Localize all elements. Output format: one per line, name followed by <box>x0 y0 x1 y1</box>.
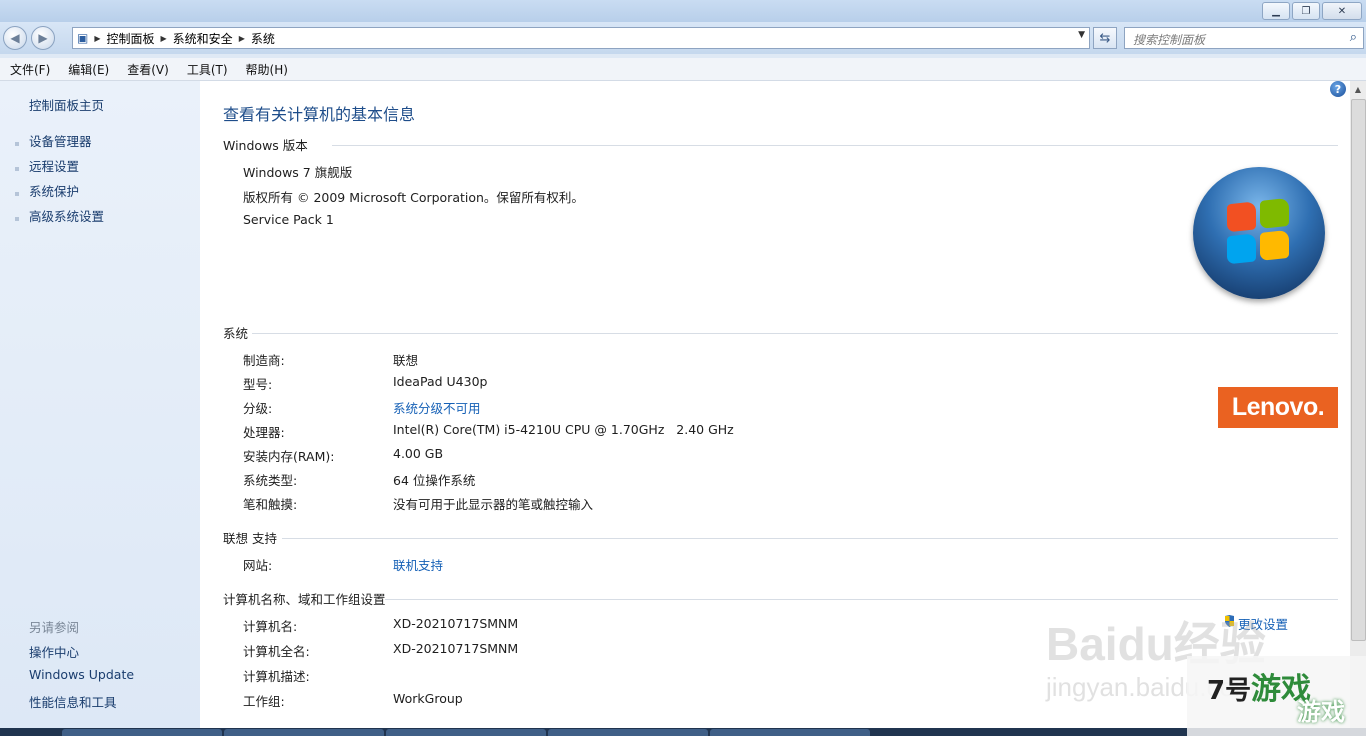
title-bar: ▁ ❐ ✕ <box>0 0 1366 22</box>
manufacturer-value: 联想 <box>393 353 419 368</box>
taskbar-button[interactable] <box>224 729 384 736</box>
action-center-link[interactable]: 操作中心 <box>29 642 79 661</box>
divider <box>332 145 1338 146</box>
online-support-link[interactable]: 联机支持 <box>393 555 443 574</box>
navigation-bar: ◀ ▶ ▣ ▶ 控制面板 ▶ 系统和安全 ▶ 系统 ▼ ⇆ 搜索控制面板 ⌕ <box>0 22 1366 54</box>
shield-icon <box>15 192 19 196</box>
chevron-down-icon[interactable]: ▼ <box>1078 30 1085 40</box>
remote-settings-link[interactable]: 远程设置 <box>29 156 79 175</box>
search-icon[interactable]: ⌕ <box>1350 30 1357 45</box>
system-type-label: 系统类型: <box>243 473 298 488</box>
breadcrumb-control-panel[interactable]: 控制面板 <box>101 30 161 47</box>
processor-label: 处理器: <box>243 425 285 440</box>
back-button[interactable]: ◀ <box>3 26 27 50</box>
model-label: 型号: <box>243 377 273 392</box>
full-name-label: 计算机全名: <box>243 644 310 659</box>
refresh-button[interactable]: ⇆ <box>1093 27 1117 49</box>
breadcrumb-system[interactable]: 系统 <box>245 30 281 47</box>
refresh-icon: ⇆ <box>1099 30 1111 46</box>
windows-logo-icon <box>1193 167 1325 299</box>
corner-watermark-text: 游戏 <box>1297 698 1345 726</box>
left-nav-pane: 控制面板主页 设备管理器 远程设置 系统保护 高级系统设置 另请参阅 操作中心 … <box>0 81 200 728</box>
menu-file[interactable]: 文件(F) <box>0 58 58 80</box>
system-type-value: 64 位操作系统 <box>393 473 476 488</box>
forward-button[interactable]: ▶ <box>31 26 55 50</box>
taskbar-button[interactable] <box>548 729 708 736</box>
manufacturer-label: 制造商: <box>243 353 285 368</box>
scroll-thumb[interactable] <box>1351 99 1366 641</box>
workgroup-label: 工作组: <box>243 694 285 709</box>
support-heading: 联想 支持 <box>223 531 277 546</box>
edition-name: Windows 7 旗舰版 <box>243 165 353 180</box>
divider <box>282 538 1338 539</box>
scroll-up-icon[interactable]: ▲ <box>1350 81 1366 97</box>
shield-icon <box>15 142 19 146</box>
system-protection-link[interactable]: 系统保护 <box>29 181 79 200</box>
address-bar[interactable]: ▣ ▶ 控制面板 ▶ 系统和安全 ▶ 系统 ▼ <box>72 27 1090 49</box>
menu-edit[interactable]: 编辑(E) <box>58 58 117 80</box>
control-panel-home-link[interactable]: 控制面板主页 <box>29 95 104 114</box>
shield-icon <box>15 167 19 171</box>
rating-link[interactable]: 系统分级不可用 <box>393 398 481 417</box>
workgroup-value: WorkGroup <box>393 691 463 706</box>
ram-value: 4.00 GB <box>393 446 444 461</box>
chevron-right-icon[interactable]: ▶ <box>88 34 100 43</box>
pen-touch-label: 笔和触摸: <box>243 497 298 512</box>
taskbar <box>0 728 1366 736</box>
menu-view[interactable]: 查看(V) <box>117 58 177 80</box>
computer-name-heading: 计算机名称、域和工作组设置 <box>223 592 386 607</box>
search-input[interactable]: 搜索控制面板 ⌕ <box>1124 27 1364 49</box>
control-panel-icon: ▣ <box>77 31 89 45</box>
shield-icon <box>15 217 19 221</box>
advanced-system-settings-link[interactable]: 高级系统设置 <box>29 206 104 225</box>
page-title: 查看有关计算机的基本信息 <box>223 105 416 124</box>
forward-arrow-icon: ▶ <box>38 31 48 45</box>
search-placeholder: 搜索控制面板 <box>1133 33 1206 47</box>
full-name-value: XD-20210717SMNM <box>393 641 519 656</box>
taskbar-button[interactable] <box>62 729 222 736</box>
menu-tools[interactable]: 工具(T) <box>177 58 236 80</box>
lenovo-logo: Lenovo. <box>1218 387 1338 428</box>
service-pack: Service Pack 1 <box>243 212 334 227</box>
pen-touch-value: 没有可用于此显示器的笔或触控输入 <box>393 497 594 512</box>
model-value: IdeaPad U430p <box>393 374 488 389</box>
device-manager-link[interactable]: 设备管理器 <box>29 131 92 150</box>
vertical-scrollbar[interactable]: ▲ <box>1350 81 1366 728</box>
windows-edition-heading: Windows 版本 <box>223 138 308 153</box>
see-also-heading: 另请参阅 <box>29 620 80 635</box>
ram-label: 安装内存(RAM): <box>243 449 335 464</box>
minimize-button[interactable]: ▁ <box>1262 2 1290 20</box>
corner-watermark: 7号 游戏 游戏 <box>1187 656 1366 736</box>
description-label: 计算机描述: <box>243 669 310 684</box>
computer-name-value: XD-20210717SMNM <box>393 616 519 631</box>
corner-watermark-text: 7号 <box>1207 676 1252 706</box>
divider <box>252 333 1338 334</box>
breadcrumb-system-security[interactable]: 系统和安全 <box>167 30 239 47</box>
system-heading: 系统 <box>223 326 249 341</box>
website-label: 网站: <box>243 558 273 573</box>
menu-help[interactable]: 帮助(H) <box>236 58 296 80</box>
menu-bar: 文件(F) 编辑(E) 查看(V) 工具(T) 帮助(H) <box>0 58 1366 81</box>
performance-info-link[interactable]: 性能信息和工具 <box>29 692 117 711</box>
divider <box>385 599 1338 600</box>
taskbar-button[interactable] <box>710 729 870 736</box>
taskbar-button[interactable] <box>386 729 546 736</box>
restore-button[interactable]: ❐ <box>1292 2 1320 20</box>
copyright-text: 版权所有 © 2009 Microsoft Corporation。保留所有权利… <box>243 190 584 205</box>
rating-label: 分级: <box>243 401 273 416</box>
close-button[interactable]: ✕ <box>1322 2 1362 20</box>
window-controls: ▁ ❐ ✕ <box>1262 2 1362 20</box>
computer-name-label: 计算机名: <box>243 619 298 634</box>
windows-update-link[interactable]: Windows Update <box>29 667 134 682</box>
help-icon[interactable]: ? <box>1330 81 1346 97</box>
processor-value: Intel(R) Core(TM) i5-4210U CPU @ 1.70GHz… <box>393 422 734 437</box>
back-arrow-icon: ◀ <box>10 31 20 45</box>
